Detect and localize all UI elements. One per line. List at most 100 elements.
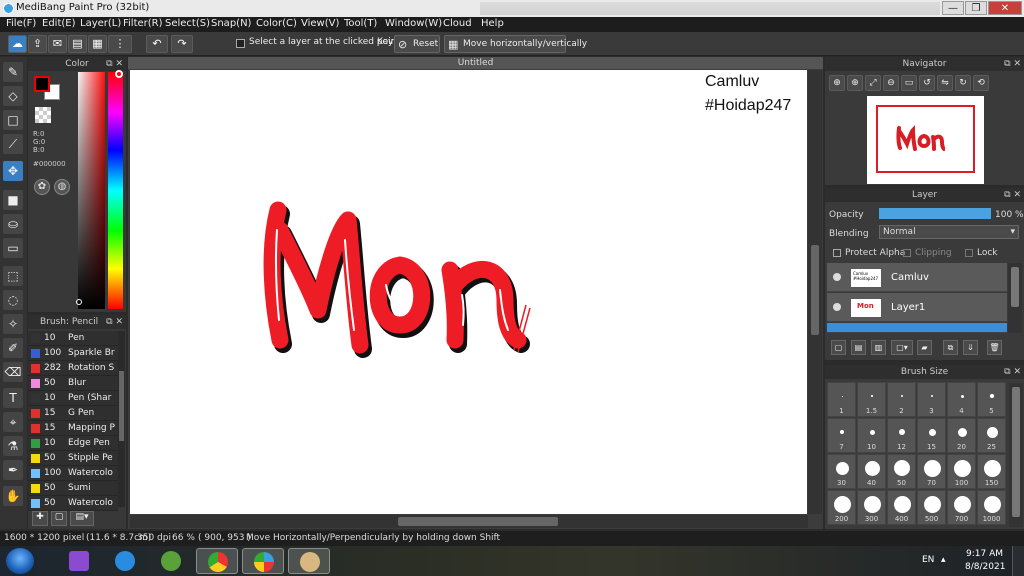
brush-size-cell[interactable]: 40 — [857, 454, 886, 489]
move-hv-button[interactable]: ▦ Move horizontally/vertically — [444, 35, 587, 53]
close-button[interactable]: ✕ — [988, 1, 1022, 15]
taskbar-internet-explorer[interactable] — [104, 548, 146, 574]
move-tool-icon[interactable]: ✥ — [3, 161, 23, 181]
brush-size-cell[interactable]: 300 — [857, 490, 886, 525]
select-rect-tool-icon[interactable]: ⬚ — [3, 266, 23, 286]
menu-tool[interactable]: Tool(T) — [344, 18, 377, 29]
brush-size-cell[interactable]: 400 — [887, 490, 916, 525]
brush-size-cell[interactable]: 1 — [827, 382, 856, 417]
taskbar-cococ[interactable] — [150, 548, 192, 574]
taskbar-medibang[interactable] — [242, 548, 284, 574]
blending-select[interactable]: Normal ▾ — [879, 225, 1019, 239]
brush-scrollbar[interactable] — [118, 331, 125, 507]
select-pen-tool-icon[interactable]: ✐ — [3, 338, 23, 358]
taskbar-chrome[interactable] — [196, 548, 238, 574]
duplicate-layer-icon[interactable]: ⧉ — [943, 340, 958, 355]
brush-list-item[interactable]: 50 Blur — [28, 376, 118, 391]
brush-size-cell[interactable]: 15 — [917, 418, 946, 453]
brush-size-scrollbar[interactable] — [1009, 383, 1023, 527]
zoom-in-alt-icon[interactable]: ⊕ — [847, 75, 863, 91]
brush-size-cell[interactable]: 500 — [917, 490, 946, 525]
brush-list-item[interactable]: 15 Mapping P — [28, 421, 118, 436]
new-8bit-layer-icon[interactable]: ▥ — [871, 340, 886, 355]
delete-layer-icon[interactable]: 🗑 — [987, 340, 1002, 355]
menu-file[interactable]: File(F) — [6, 18, 36, 29]
brush-size-cell[interactable]: 150 — [977, 454, 1006, 489]
flip-icon[interactable]: ⇋ — [937, 75, 953, 91]
layer-scrollbar[interactable] — [1008, 263, 1022, 333]
hue-slider[interactable] — [108, 72, 123, 309]
brush-size-cell[interactable]: 5 — [977, 382, 1006, 417]
brush-size-cell[interactable]: 50 — [887, 454, 916, 489]
opacity-slider[interactable] — [879, 208, 991, 219]
brush-list-item[interactable]: 100 Watercolo — [28, 466, 118, 481]
menu-help[interactable]: Help — [481, 18, 504, 29]
navigator-preview[interactable] — [867, 96, 984, 184]
select-eraser-tool-icon[interactable]: ⌫ — [3, 362, 23, 382]
brush-list-item[interactable]: 10 Edge Pen — [28, 436, 118, 451]
color-wheel-icon[interactable]: ◍ — [54, 179, 70, 195]
reset-button[interactable]: ⊘ Reset — [394, 35, 440, 53]
transparent-color-swatch[interactable] — [35, 107, 51, 123]
drawing-canvas[interactable]: Camluv #Hoidap247 — [130, 70, 807, 514]
new-halftone-layer-icon[interactable]: ▤ — [851, 340, 866, 355]
menu-filter[interactable]: Filter(R) — [123, 18, 163, 29]
pen-tool-icon[interactable]: ✒ — [3, 460, 23, 480]
layer-row-camluv[interactable]: Camluv #Hoidap247 Camluv — [827, 263, 1007, 292]
brush-size-close-icon[interactable]: ⧉ ✕ — [1004, 365, 1021, 379]
brush-size-cell[interactable]: 7 — [827, 418, 856, 453]
zoom-in-icon[interactable]: ⊕ — [829, 75, 845, 91]
brush-list-item[interactable]: 10 Pen — [28, 331, 118, 346]
hue-handle[interactable] — [115, 70, 123, 78]
brush-list-item[interactable]: 50 Watercolo — [28, 496, 118, 511]
brush-size-cell[interactable]: 1.5 — [857, 382, 886, 417]
operation-tool-icon[interactable]: ⌖ — [3, 412, 23, 432]
brush-panel-close-icon[interactable]: ⧉ ✕ — [106, 315, 123, 329]
fit-screen-icon[interactable]: ⤢ — [865, 75, 881, 91]
brush-tool-icon[interactable]: ✎ — [3, 62, 23, 82]
new-layer-icon[interactable]: ▢ — [831, 340, 846, 355]
canvas-horizontal-scrollbar[interactable] — [130, 515, 808, 528]
brush-size-cell[interactable]: 100 — [947, 454, 976, 489]
brush-size-cell[interactable]: 12 — [887, 418, 916, 453]
document-icon[interactable]: ▦ — [88, 35, 107, 53]
brush-size-cell[interactable]: 4 — [947, 382, 976, 417]
navigator-close-icon[interactable]: ⧉ ✕ — [1004, 57, 1021, 71]
color-picker-cursor[interactable] — [76, 299, 82, 305]
brush-list-item[interactable]: 10 Pen (Shar — [28, 391, 118, 406]
brush-size-cell[interactable]: 30 — [827, 454, 856, 489]
menu-window[interactable]: Window(W) — [385, 18, 442, 29]
brush-size-cell[interactable]: 25 — [977, 418, 1006, 453]
brush-size-cell[interactable]: 2 — [887, 382, 916, 417]
brush-size-cell[interactable]: 200 — [827, 490, 856, 525]
lasso-tool-icon[interactable]: ◌ — [3, 290, 23, 310]
redo-button[interactable]: ↷ — [171, 35, 193, 53]
brush-menu-icon[interactable]: ▤▾ — [70, 511, 94, 526]
menu-layer[interactable]: Layer(L) — [80, 18, 121, 29]
taskbar-paint[interactable] — [288, 548, 330, 574]
rotate-left-icon[interactable]: ↺ — [919, 75, 935, 91]
zoom-out-icon[interactable]: ⊖ — [883, 75, 899, 91]
magic-wand-tool-icon[interactable]: ✧ — [3, 314, 23, 334]
menu-color[interactable]: Color(C) — [256, 18, 297, 29]
restore-button[interactable]: ❐ — [965, 1, 987, 15]
layer-row-selected[interactable] — [827, 323, 1007, 333]
eyedropper-tool-icon[interactable]: ⚗ — [3, 436, 23, 456]
brush-size-cell[interactable]: 1000 — [977, 490, 1006, 525]
reset-rotation-icon[interactable]: ⟲ — [973, 75, 989, 91]
brush-size-cell[interactable]: 10 — [857, 418, 886, 453]
select-layer-checkbox[interactable] — [236, 39, 245, 48]
text-tool-icon[interactable]: T — [3, 388, 23, 408]
brush-list-item[interactable]: 15 G Pen — [28, 406, 118, 421]
hand-tool-icon[interactable]: ✋ — [3, 486, 23, 506]
start-button-icon[interactable] — [6, 548, 34, 574]
clock-date[interactable]: 8/8/2021 — [965, 562, 1005, 572]
comment-icon[interactable]: ✉ — [48, 35, 67, 53]
menu-edit[interactable]: Edit(E) — [42, 18, 76, 29]
menu-cloud[interactable]: Cloud — [443, 18, 472, 29]
shape-fill-tool-icon[interactable]: ■ — [3, 190, 23, 210]
rotate-right-icon[interactable]: ↻ — [955, 75, 971, 91]
canvas-vertical-scrollbar[interactable] — [808, 70, 822, 514]
brush-list-item[interactable]: 50 Sumi — [28, 481, 118, 496]
gradient-tool-icon[interactable]: ▭ — [3, 238, 23, 258]
